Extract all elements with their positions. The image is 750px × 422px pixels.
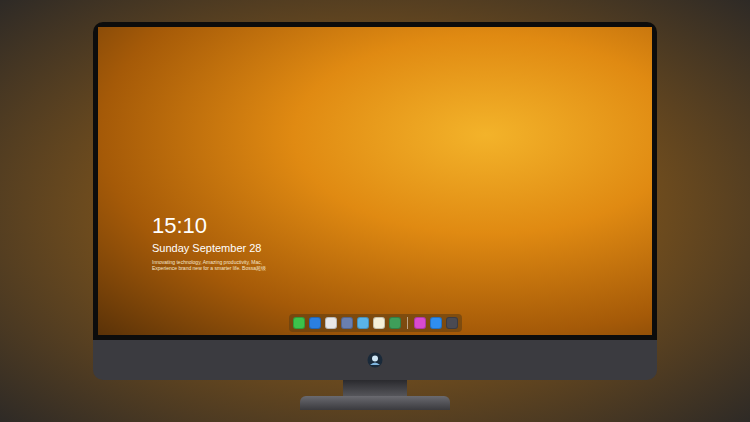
dock-app-icon[interactable] bbox=[430, 317, 442, 329]
monitor-base bbox=[300, 396, 450, 410]
desktop-wallpaper: 15:10 Sunday September 28 Innovating techn… bbox=[98, 27, 652, 335]
screen-bezel: 15:10 Sunday September 28 Innovating techn… bbox=[93, 22, 657, 340]
lock-clock: 15:10 Sunday September 28 Innovating techn… bbox=[98, 27, 652, 271]
dock-app-icon[interactable] bbox=[341, 317, 353, 329]
tagline-line: Innovating technology, Amazing productiv… bbox=[152, 259, 652, 265]
dock-app-icon[interactable] bbox=[293, 317, 305, 329]
dock-app-icon[interactable] bbox=[373, 317, 385, 329]
page: 15:10 Sunday September 28 Innovating techn… bbox=[0, 0, 750, 422]
clock-tagline: Innovating technology, Amazing productiv… bbox=[152, 259, 652, 271]
dock-app-icon[interactable] bbox=[325, 317, 337, 329]
monitor-neck bbox=[343, 380, 407, 396]
dock-app-icon[interactable] bbox=[414, 317, 426, 329]
dock-app-icon[interactable] bbox=[309, 317, 321, 329]
monitor-chin bbox=[93, 340, 657, 380]
logo-icon bbox=[367, 352, 383, 368]
clock-time: 15:10 bbox=[152, 213, 652, 239]
monitor: 15:10 Sunday September 28 Innovating techn… bbox=[93, 22, 657, 410]
dock-app-icon[interactable] bbox=[446, 317, 458, 329]
dock-separator bbox=[407, 317, 408, 329]
clock-date: Sunday September 28 bbox=[152, 241, 652, 255]
dock-app-icon[interactable] bbox=[389, 317, 401, 329]
dock bbox=[289, 314, 462, 332]
tagline-line: Experience brand new for a smarter life.… bbox=[152, 265, 652, 271]
dock-app-icon[interactable] bbox=[357, 317, 369, 329]
